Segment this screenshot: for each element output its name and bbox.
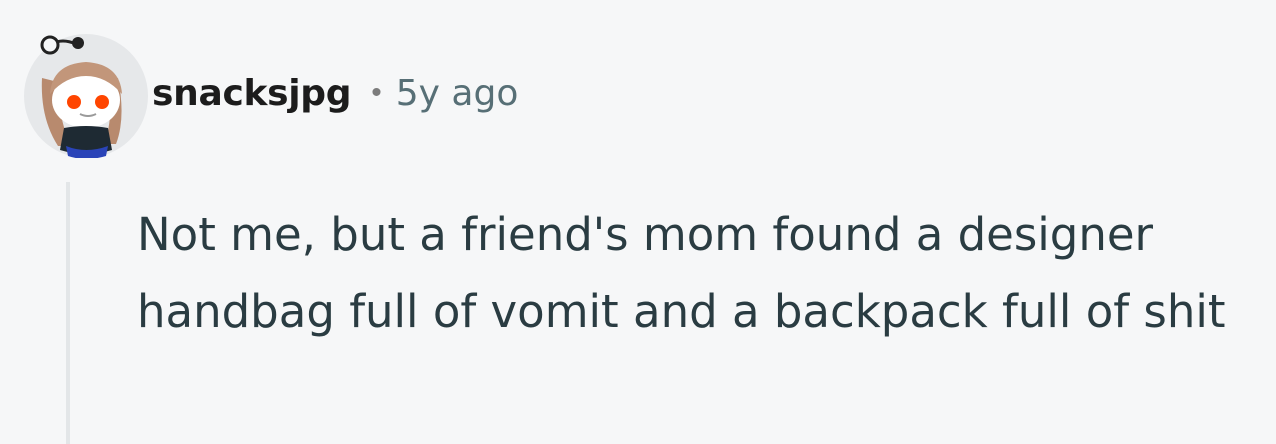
comment-header: snacksjpg • 5y ago (22, 28, 518, 158)
comment-body-text: Not me, but a friend's mom found a desig… (137, 208, 1226, 338)
comment-container: snacksjpg • 5y ago Not me, but a friend'… (0, 0, 1276, 444)
user-avatar[interactable] (22, 28, 150, 158)
snoo-avatar-icon (24, 34, 148, 158)
comment-timestamp[interactable]: 5y ago (396, 73, 519, 114)
thread-collapse-line[interactable] (66, 182, 70, 444)
meta-separator: • (371, 76, 382, 109)
author-username[interactable]: snacksjpg (152, 73, 352, 114)
